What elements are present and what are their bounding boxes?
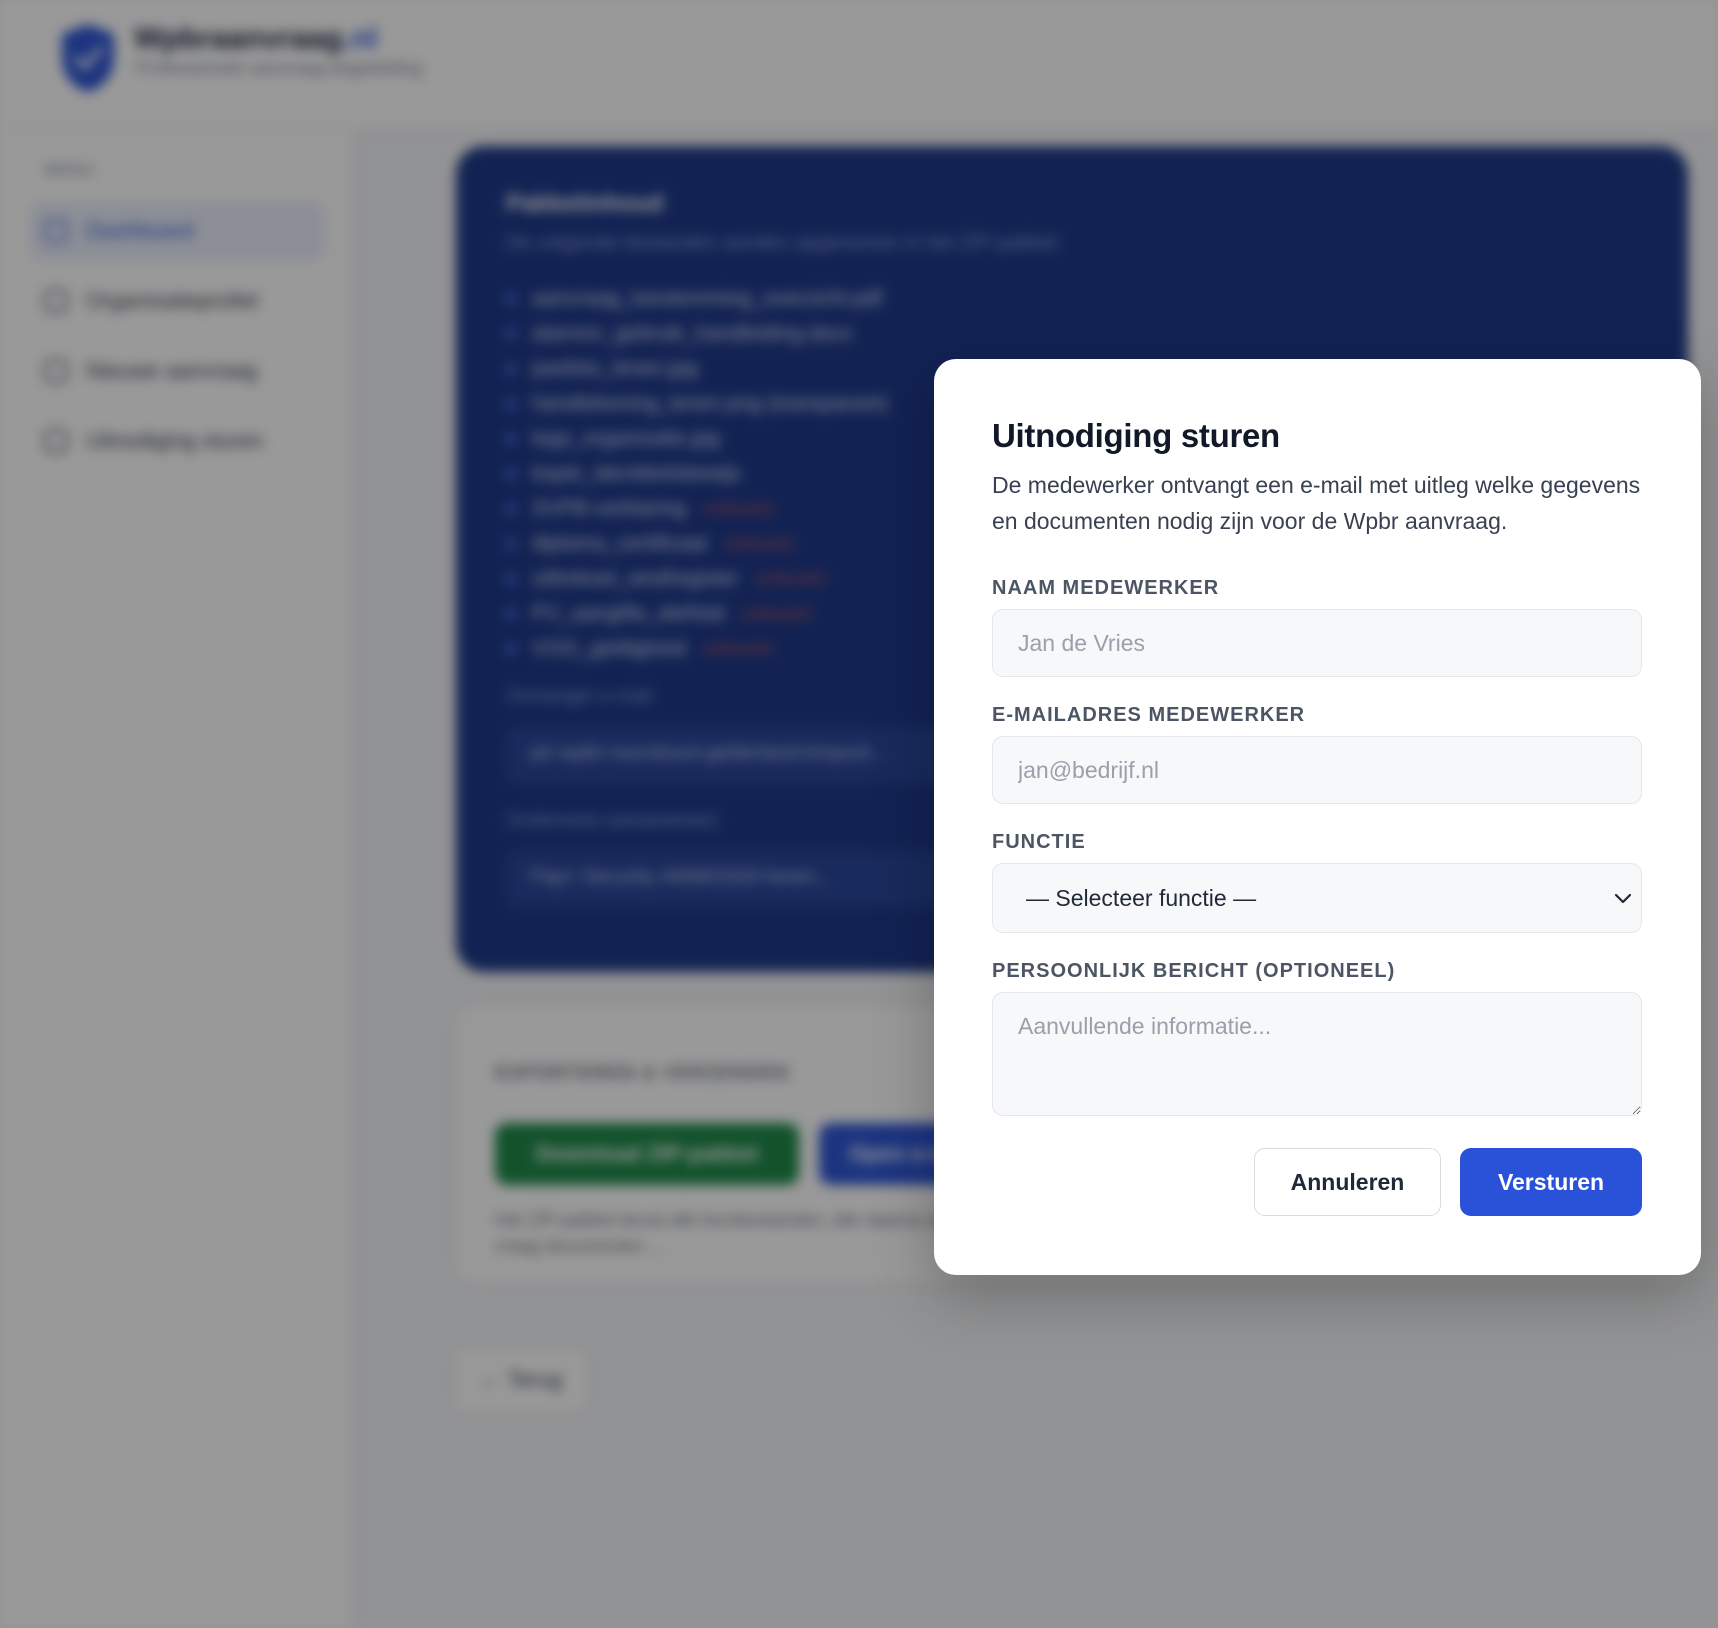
- personal-message-label: PERSOONLIJK BERICHT (OPTIONEEL): [992, 960, 1396, 982]
- cancel-button[interactable]: Annuleren: [1254, 1148, 1441, 1216]
- function-label: FUNCTIE: [992, 831, 1086, 853]
- function-selected-value: — Selecteer functie —: [1026, 884, 1257, 911]
- personal-message-textarea[interactable]: [992, 992, 1642, 1116]
- function-select[interactable]: — Selecteer functie —: [992, 863, 1642, 933]
- employee-email-input[interactable]: [992, 736, 1642, 804]
- send-button[interactable]: Versturen: [1460, 1148, 1642, 1216]
- employee-email-label: E-MAILADRES MEDEWERKER: [992, 704, 1306, 726]
- employee-name-label: NAAM MEDEWERKER: [992, 577, 1220, 599]
- chevron-down-icon: [1614, 893, 1632, 904]
- employee-name-input[interactable]: [992, 609, 1642, 677]
- invite-modal: Uitnodiging sturen De medewerker ontvang…: [934, 359, 1701, 1275]
- modal-description: De medewerker ontvangt een e-mail met ui…: [992, 472, 1641, 534]
- modal-title: Uitnodiging sturen: [992, 417, 1280, 454]
